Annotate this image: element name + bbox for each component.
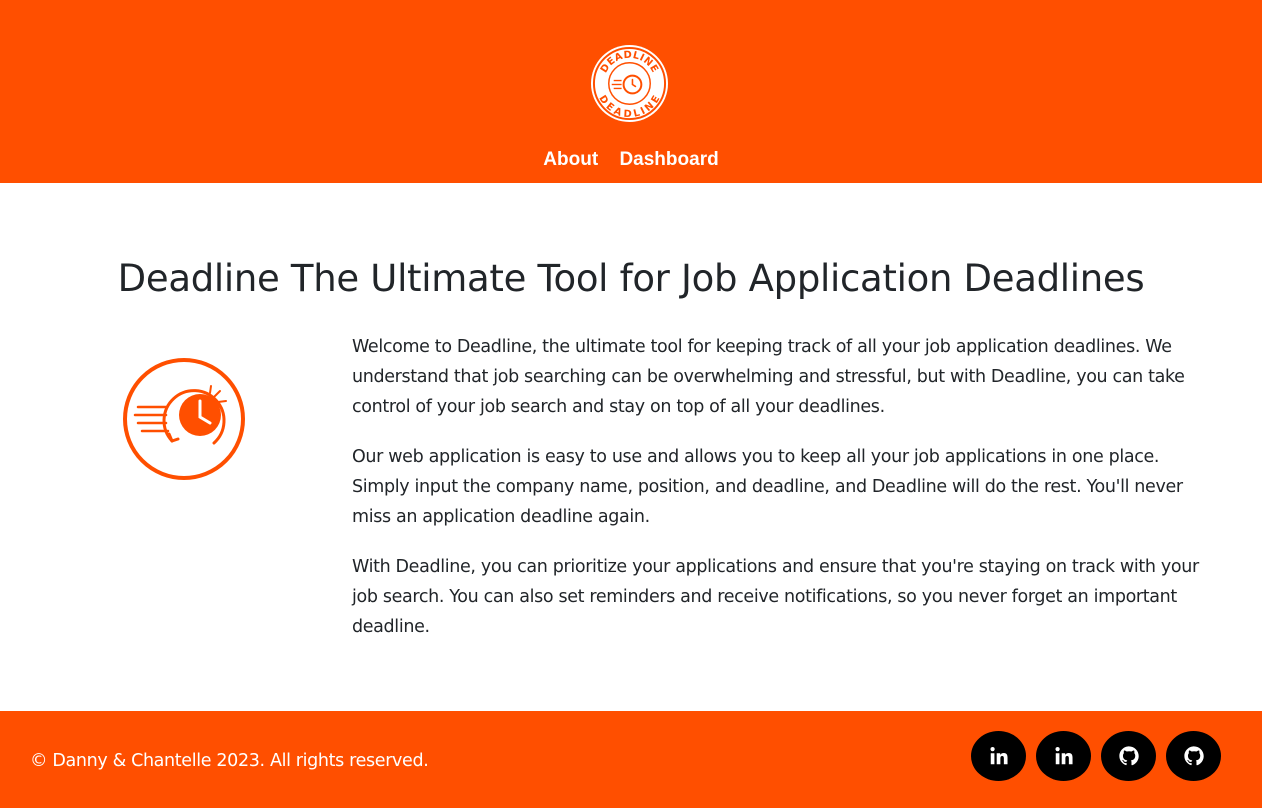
features-paragraph: Our web application is easy to use and a… [352, 447, 1183, 527]
main-nav: About Dashboard [0, 146, 1262, 174]
intro-paragraph: Welcome to Deadline, the ultimate tool f… [352, 337, 1185, 417]
deadline-logo[interactable]: DEADLINE DEADLINE [590, 44, 669, 123]
benefits-paragraph: With Deadline, you can prioritize your a… [352, 557, 1199, 637]
copyright-text: © Danny & Chantelle 2023. All rights res… [30, 751, 429, 771]
nav-about-link[interactable]: About [543, 149, 598, 170]
site-footer: © Danny & Chantelle 2023. All rights res… [0, 711, 1262, 808]
about-content: Welcome to Deadline, the ultimate tool f… [352, 332, 1212, 662]
linkedin-icon [1054, 747, 1073, 765]
deadline-logo-icon: DEADLINE DEADLINE [590, 44, 669, 123]
linkedin-link-2[interactable] [1036, 731, 1091, 781]
nav-dashboard-link[interactable]: Dashboard [619, 149, 718, 170]
site-header: DEADLINE DEADLINE About Dashboard [0, 0, 1262, 183]
github-link-1[interactable] [1101, 731, 1156, 781]
github-link-2[interactable] [1166, 731, 1221, 781]
github-icon [1183, 746, 1204, 766]
linkedin-link-1[interactable] [971, 731, 1026, 781]
linkedin-icon [989, 747, 1008, 765]
deadline-clock-icon [120, 355, 248, 483]
github-icon [1118, 746, 1139, 766]
page-title: Deadline The Ultimate Tool for Job Appli… [117, 257, 1145, 300]
